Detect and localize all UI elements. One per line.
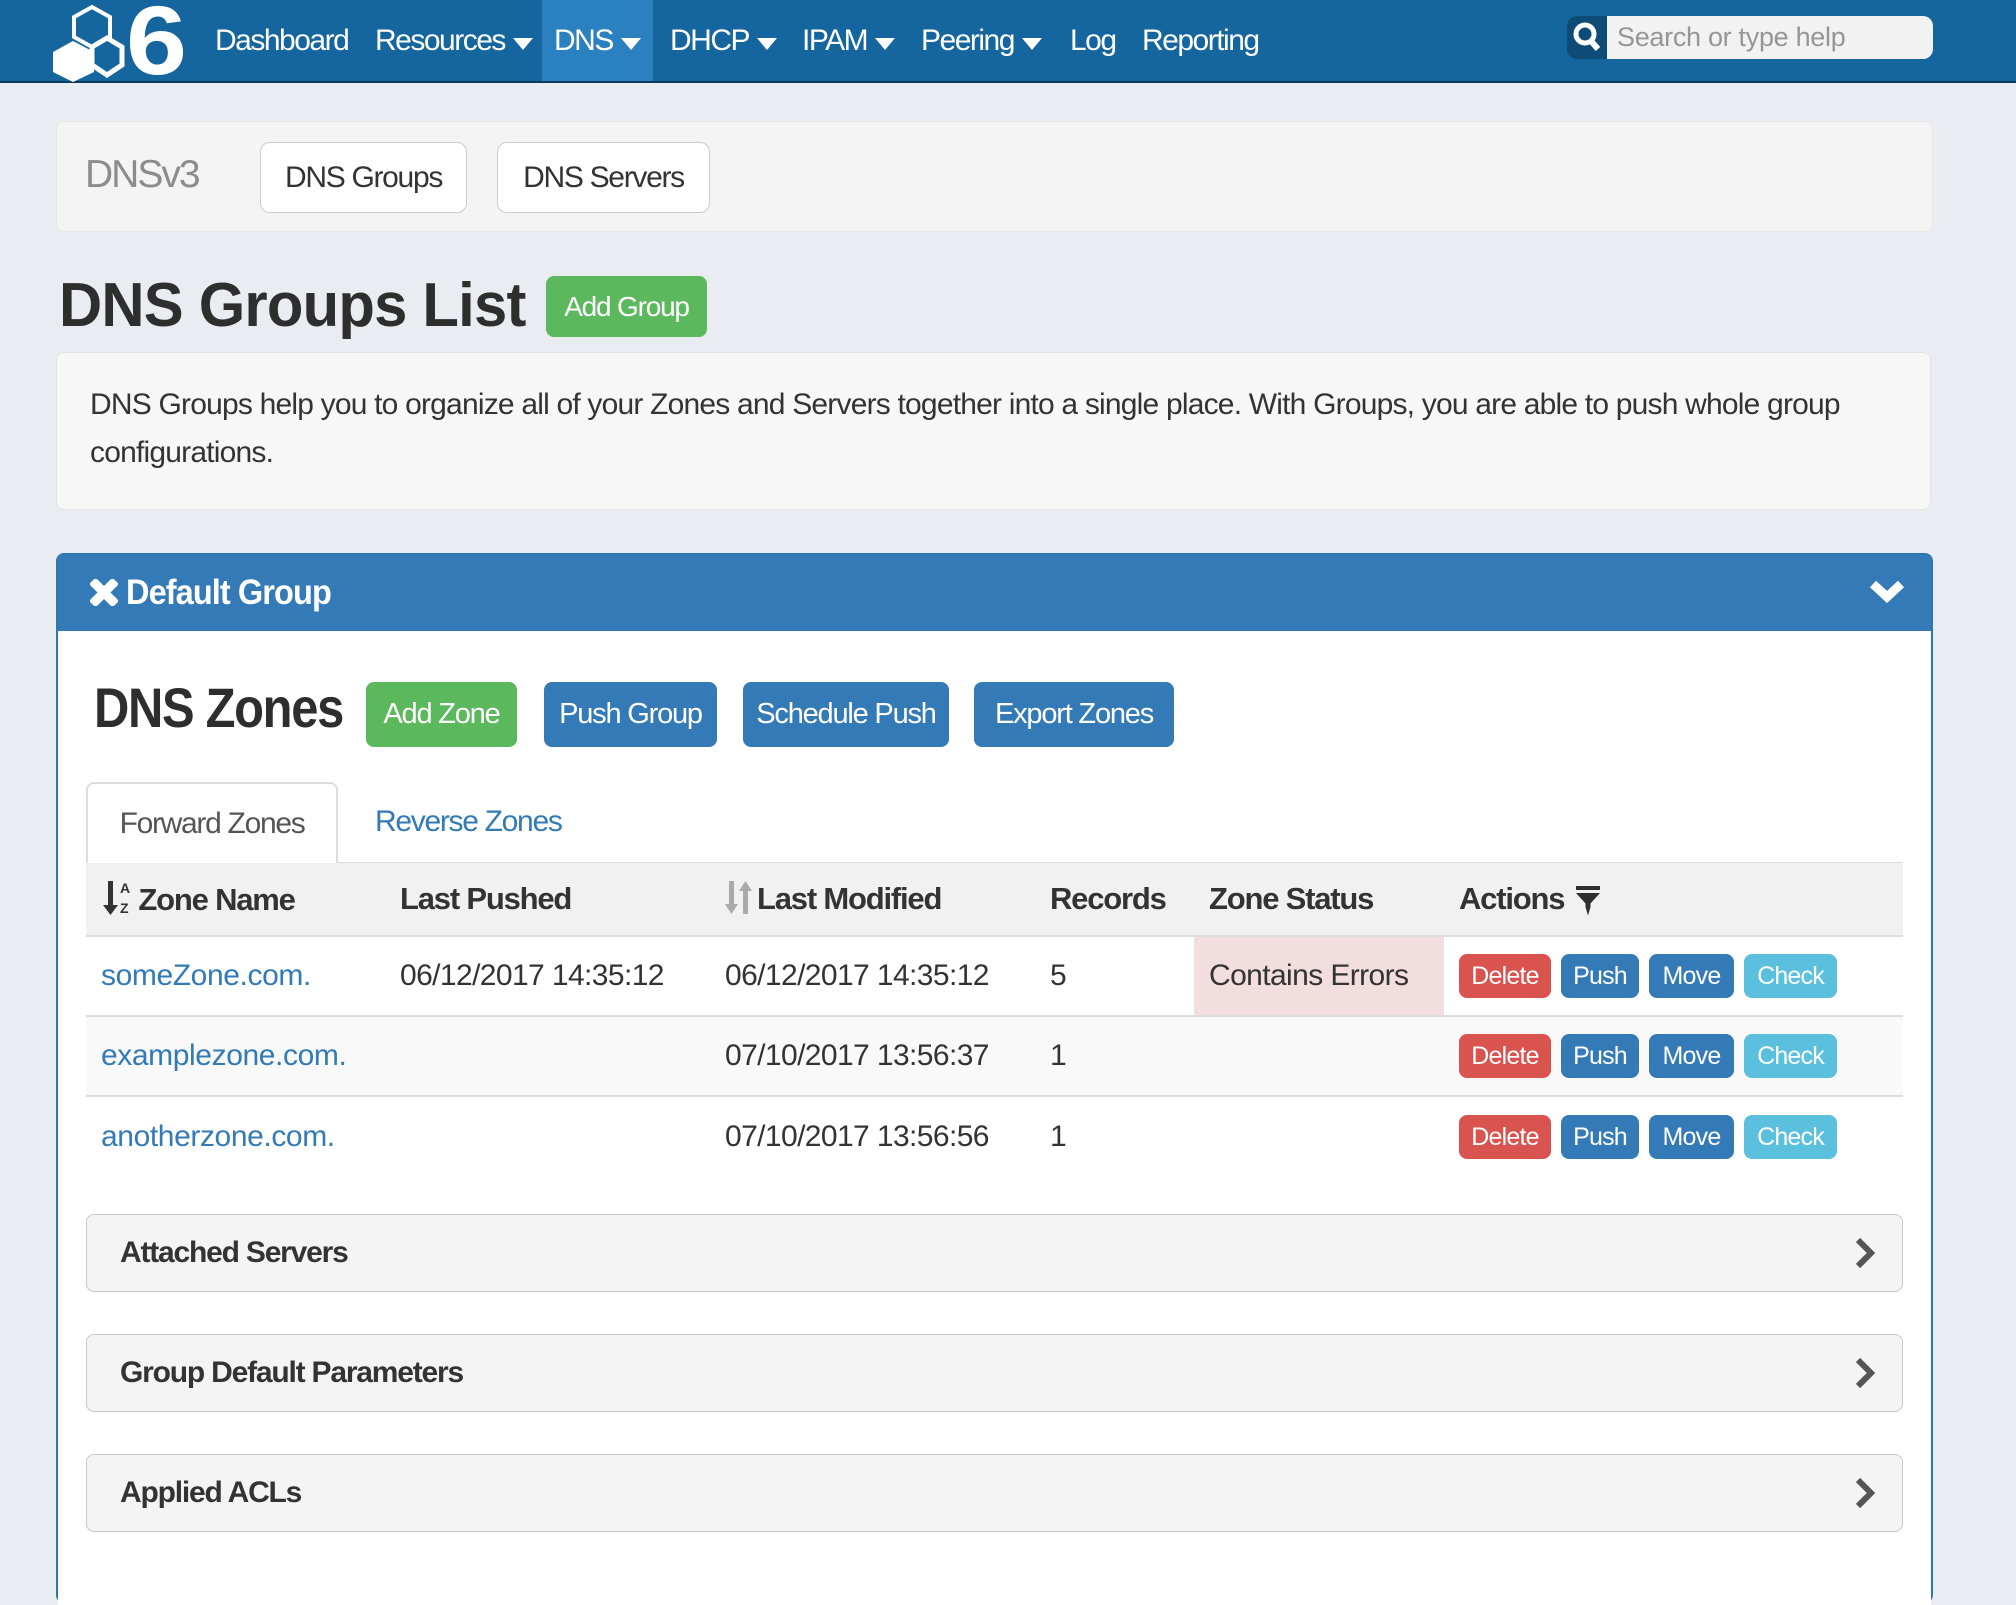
svg-text:A: A [120,881,130,896]
svg-text:Z: Z [120,900,129,916]
